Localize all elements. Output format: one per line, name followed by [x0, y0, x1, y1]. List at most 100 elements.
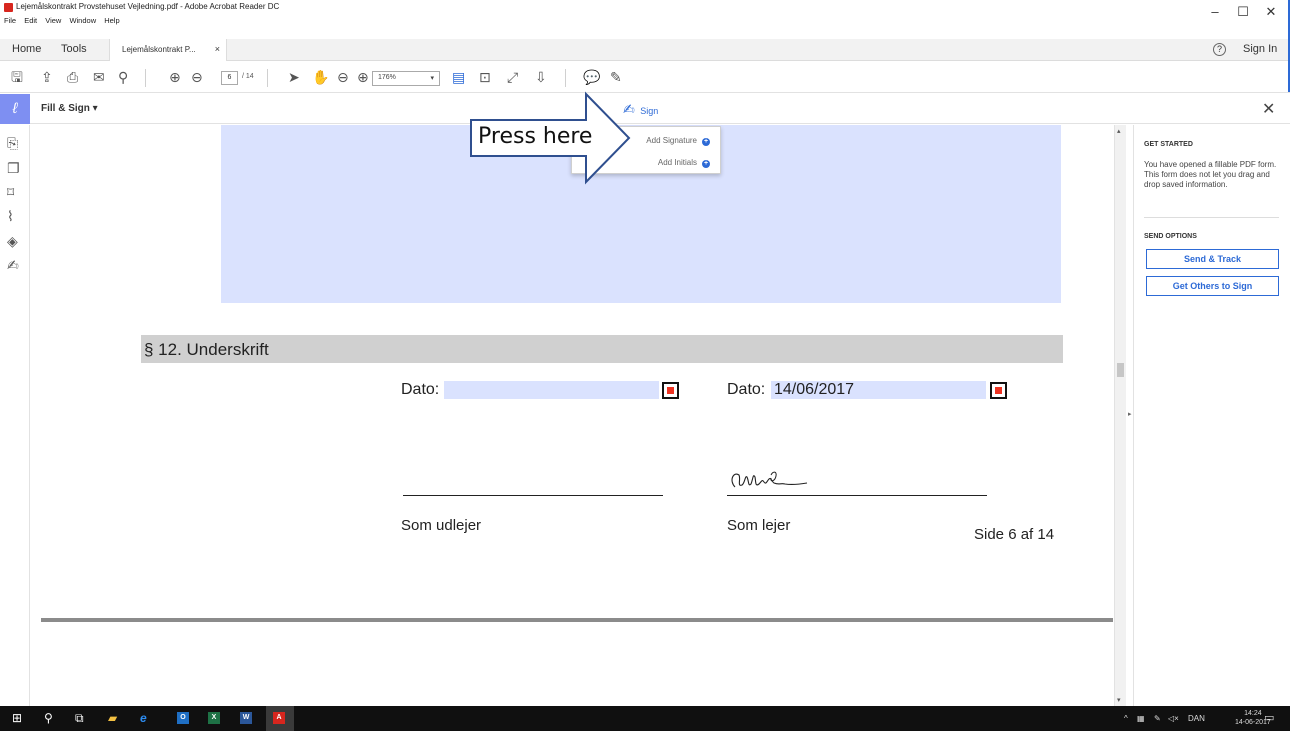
action-center-icon[interactable]: ▭: [1264, 711, 1274, 724]
tab-document-label: Lejemålskontrakt P...: [122, 45, 196, 54]
minimize-button[interactable]: –: [1200, 0, 1230, 24]
previous-page-icon[interactable]: ⊕: [169, 69, 181, 85]
signature-image: [731, 471, 808, 488]
acrobat-app-icon: [4, 3, 13, 12]
windows-taskbar: ⊞ ⚲ ⧉ ▰ e O X W A ^ ▦ ✎ ◁× DAN 14:24 14-…: [0, 706, 1290, 731]
bookmark-icon[interactable]: ⌑: [7, 184, 14, 201]
signature-line-right: [727, 495, 987, 496]
zoom-value: 176%: [378, 74, 396, 81]
zoom-out-icon[interactable]: ⊖: [337, 69, 349, 85]
highlight-pen-icon[interactable]: ✎: [610, 69, 622, 85]
acrobat-taskbar-icon[interactable]: A: [273, 712, 285, 724]
vertical-scrollbar[interactable]: ▴ ▾: [1114, 125, 1126, 706]
caption-lejer: Som lejer: [727, 517, 791, 534]
zoom-in-icon[interactable]: ⊕: [357, 69, 369, 85]
page-total: / 14: [242, 73, 254, 80]
word-icon[interactable]: W: [240, 712, 252, 724]
title-bar: Lejemålskontrakt Provstehuset Vejledning…: [0, 0, 1290, 16]
chevron-down-icon: ▾: [430, 75, 434, 82]
edge-icon[interactable]: e: [140, 711, 147, 725]
layers-icon[interactable]: ◈: [7, 233, 18, 250]
close-tool-icon[interactable]: ✕: [1262, 99, 1275, 119]
search-icon[interactable]: ⚲: [118, 69, 128, 85]
sign-label: Sign: [640, 106, 659, 116]
next-page-icon[interactable]: ⊖: [191, 69, 203, 85]
scroll-mode-icon[interactable]: ⇩: [535, 69, 547, 85]
email-icon[interactable]: ✉: [93, 69, 105, 85]
pages-thumbnail-icon[interactable]: ⎘: [7, 135, 18, 152]
section-heading: § 12. Underskrift: [141, 335, 1063, 363]
hand-tool-icon[interactable]: ✋: [312, 69, 329, 85]
scroll-thumb[interactable]: [1117, 363, 1124, 377]
menu-help[interactable]: Help: [104, 16, 119, 25]
tab-bar: Home Tools Lejemålskontrakt P... × ? Sig…: [0, 39, 1290, 61]
copy-pages-icon[interactable]: ❐: [7, 160, 20, 177]
upload-icon[interactable]: ⇪: [41, 69, 53, 85]
excel-icon[interactable]: X: [208, 712, 220, 724]
get-others-to-sign-button[interactable]: Get Others to Sign: [1146, 276, 1279, 296]
menu-view[interactable]: View: [45, 16, 61, 25]
print-icon[interactable]: ⎙: [67, 69, 78, 85]
toolbar-divider: [145, 69, 146, 87]
send-options-heading: SEND OPTIONS: [1144, 233, 1197, 240]
menu-window[interactable]: Window: [69, 16, 96, 25]
menu-edit[interactable]: Edit: [24, 16, 37, 25]
add-signature-label: Add Signature: [646, 136, 697, 145]
get-started-text: You have opened a fillable PDF form. Thi…: [1144, 160, 1277, 189]
main-toolbar: 🖫 ⇪ ⎙ ✉ ⚲ ⊕ ⊖ 6 / 14 ➤ ✋ ⊖ ⊕ 176% ▾ ▤ ⊡ …: [0, 62, 1290, 93]
language-indicator[interactable]: DAN: [1188, 714, 1205, 723]
add-initials-item[interactable]: Add Initials +: [658, 158, 710, 168]
tab-tools[interactable]: Tools: [61, 43, 87, 55]
select-cursor-icon[interactable]: ➤: [288, 69, 300, 85]
network-icon[interactable]: ▦: [1137, 714, 1145, 723]
calendar-icon-left[interactable]: [662, 382, 679, 399]
attachment-icon[interactable]: ⌇: [7, 208, 14, 225]
windows-start-icon[interactable]: ⊞: [12, 711, 22, 725]
task-view-icon[interactable]: ⧉: [75, 711, 84, 725]
comment-icon[interactable]: 💬: [583, 69, 600, 85]
file-explorer-icon[interactable]: ▰: [108, 711, 117, 725]
volume-icon[interactable]: ◁×: [1168, 714, 1179, 723]
save-icon[interactable]: 🖫: [11, 69, 23, 85]
send-track-button[interactable]: Send & Track: [1146, 249, 1279, 269]
help-icon[interactable]: ?: [1213, 43, 1226, 56]
maximize-button[interactable]: ☐: [1228, 0, 1258, 24]
add-signature-item[interactable]: Add Signature +: [646, 136, 710, 146]
signature-line-left: [403, 495, 663, 496]
menu-bar: File Edit View Window Help: [0, 16, 900, 26]
close-window-button[interactable]: ✕: [1256, 0, 1286, 24]
scroll-down-icon[interactable]: ▾: [1117, 696, 1121, 704]
menu-file[interactable]: File: [4, 16, 16, 25]
sign-in-link[interactable]: Sign In: [1243, 43, 1277, 55]
right-panel: ▸ GET STARTED You have opened a fillable…: [1128, 125, 1290, 706]
fit-page-icon[interactable]: ▤: [452, 69, 465, 85]
dato-label-left: Dato:: [401, 381, 440, 398]
tab-document[interactable]: Lejemålskontrakt P... ×: [109, 39, 227, 61]
toolbar-divider: [565, 69, 566, 87]
caption-udlejer: Som udlejer: [401, 517, 482, 534]
outlook-icon[interactable]: O: [177, 712, 189, 724]
dato-field-right[interactable]: 14/06/2017: [771, 381, 986, 399]
fill-sign-bar: ℓ Fill & Sign ▾ ✍ Sign ✕: [0, 94, 1290, 124]
page-footer: Side 6 af 14: [974, 526, 1055, 543]
fill-sign-tool-icon[interactable]: ℓ: [0, 94, 30, 124]
signature-panel-icon[interactable]: ✍: [7, 257, 19, 274]
fit-width-icon[interactable]: ⊡: [479, 69, 491, 85]
search-icon[interactable]: ⚲: [44, 711, 53, 725]
document-view[interactable]: § 12. Underskrift Dato: Dato: 14/06/2017…: [31, 125, 1114, 706]
toolbar-divider: [267, 69, 268, 87]
scroll-up-icon[interactable]: ▴: [1117, 127, 1121, 135]
close-tab-icon[interactable]: ×: [215, 44, 220, 54]
calendar-icon-right[interactable]: [990, 382, 1007, 399]
tray-chevron-icon[interactable]: ^: [1124, 714, 1128, 723]
add-initials-plus-icon: +: [702, 160, 710, 168]
dato-field-left[interactable]: [444, 381, 659, 399]
page-number-input[interactable]: 6: [221, 71, 238, 85]
right-panel-toggle-icon[interactable]: ▸: [1128, 410, 1132, 418]
pen-tray-icon[interactable]: ✎: [1154, 714, 1161, 723]
fill-sign-menu[interactable]: Fill & Sign ▾: [41, 103, 98, 114]
full-screen-icon[interactable]: ⤢: [507, 69, 518, 85]
page-break-divider: [41, 618, 1113, 622]
zoom-select[interactable]: 176% ▾: [372, 71, 440, 86]
tab-home[interactable]: Home: [12, 43, 41, 55]
